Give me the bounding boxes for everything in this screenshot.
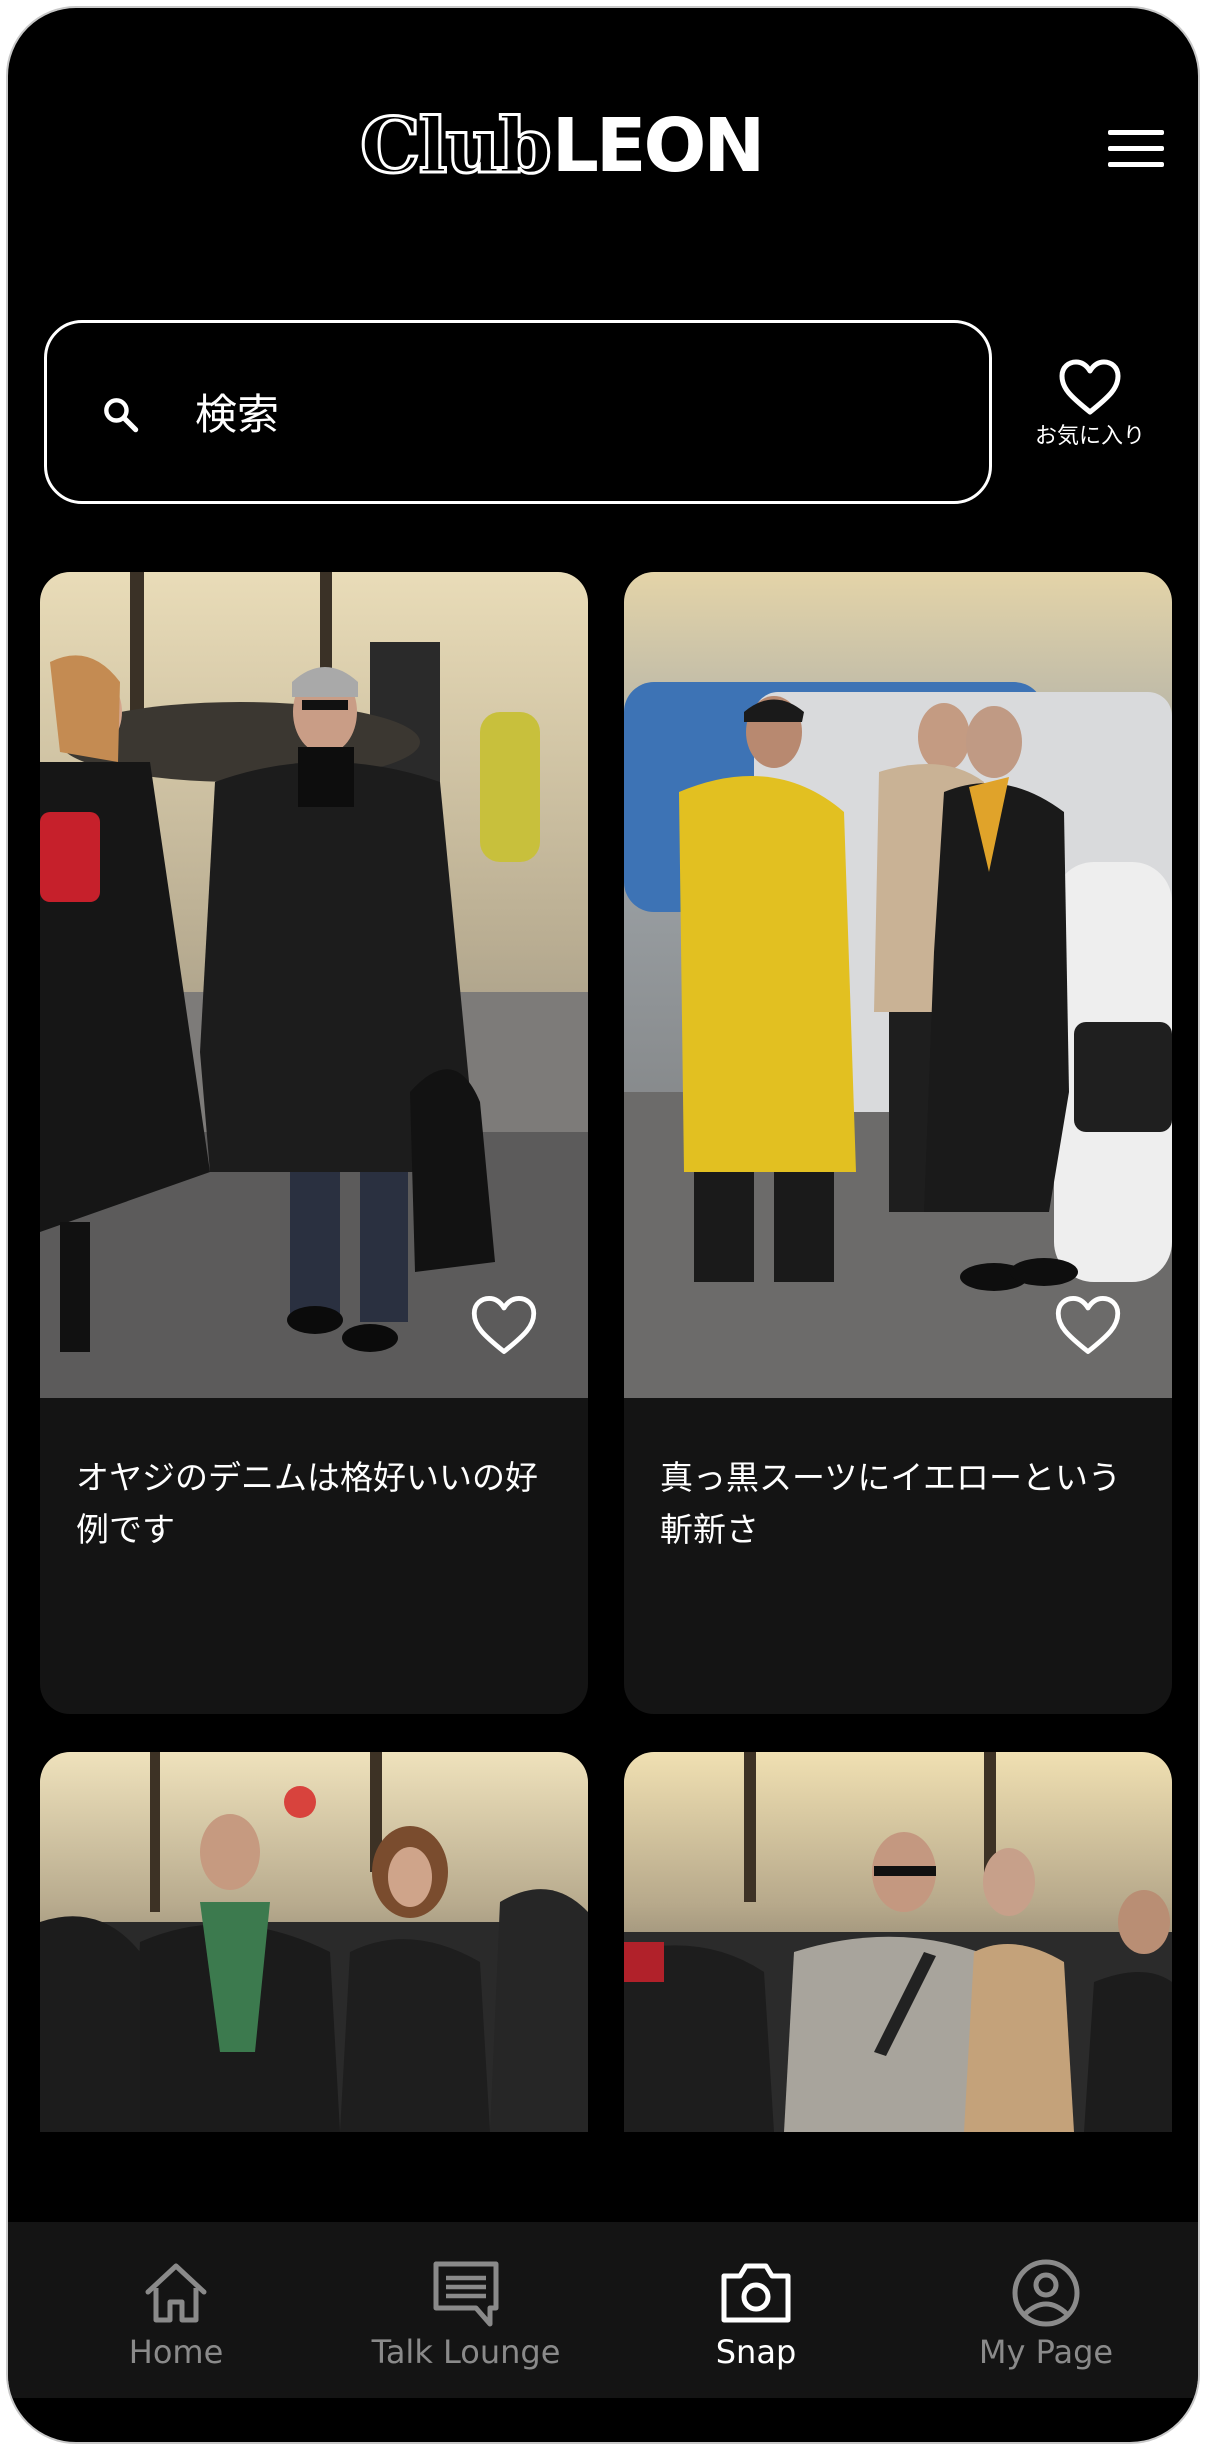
snap-card[interactable] bbox=[624, 1752, 1172, 2132]
user-icon bbox=[1012, 2259, 1080, 2327]
club-leon-logo[interactable]: Club LEON bbox=[359, 101, 766, 190]
nav-home[interactable]: Home bbox=[56, 2258, 296, 2372]
heart-icon bbox=[1059, 359, 1121, 415]
snap-card[interactable]: オヤジのデニムは格好いいの好例です bbox=[40, 572, 588, 1714]
snap-photo[interactable] bbox=[40, 572, 588, 1398]
street-snap-image bbox=[624, 1752, 1172, 2132]
bottom-navigation: Home Talk Lounge Snap My Page bbox=[8, 2222, 1198, 2398]
search-icon bbox=[104, 398, 139, 433]
nav-my-page[interactable]: My Page bbox=[926, 2258, 1166, 2372]
search-input[interactable]: 検索 bbox=[195, 383, 279, 447]
home-icon bbox=[145, 2263, 207, 2323]
camera-icon bbox=[721, 2263, 791, 2323]
snap-card[interactable] bbox=[40, 1752, 588, 2132]
nav-talk-lounge[interactable]: Talk Lounge bbox=[346, 2258, 586, 2372]
snap-caption: オヤジのデニムは格好いいの好例です bbox=[76, 1458, 538, 1549]
app-screen: Club LEON 検索 お気に入り オヤジのデニムは格好いいの好例です 真っ黒… bbox=[6, 6, 1200, 2444]
hamburger-menu-icon[interactable] bbox=[1108, 126, 1166, 172]
nav-snap[interactable]: Snap bbox=[636, 2258, 876, 2372]
search-bar[interactable]: 検索 bbox=[44, 320, 992, 504]
chat-icon bbox=[433, 2261, 499, 2327]
snap-photo[interactable] bbox=[624, 572, 1172, 1398]
nav-my-page-label: My Page bbox=[978, 2333, 1114, 2371]
nav-home-label: Home bbox=[128, 2333, 224, 2371]
favorites-label: お気に入り bbox=[1034, 424, 1145, 449]
street-snap-image bbox=[40, 1752, 588, 2132]
favorite-heart-icon[interactable] bbox=[470, 1294, 538, 1356]
snap-caption: 真っ黒スーツにイエローという斬新さ bbox=[660, 1458, 1122, 1549]
street-snap-image bbox=[40, 572, 588, 1398]
street-snap-image bbox=[624, 572, 1172, 1398]
favorites-button[interactable]: お気に入り bbox=[1020, 358, 1160, 468]
favorite-heart-icon[interactable] bbox=[1054, 1294, 1122, 1356]
logo-leon-text: LEON bbox=[551, 103, 766, 189]
snap-card[interactable]: 真っ黒スーツにイエローという斬新さ bbox=[624, 572, 1172, 1714]
nav-snap-label: Snap bbox=[715, 2333, 797, 2371]
nav-talk-lounge-label: Talk Lounge bbox=[371, 2333, 561, 2371]
logo-club-text: Club bbox=[359, 101, 554, 190]
